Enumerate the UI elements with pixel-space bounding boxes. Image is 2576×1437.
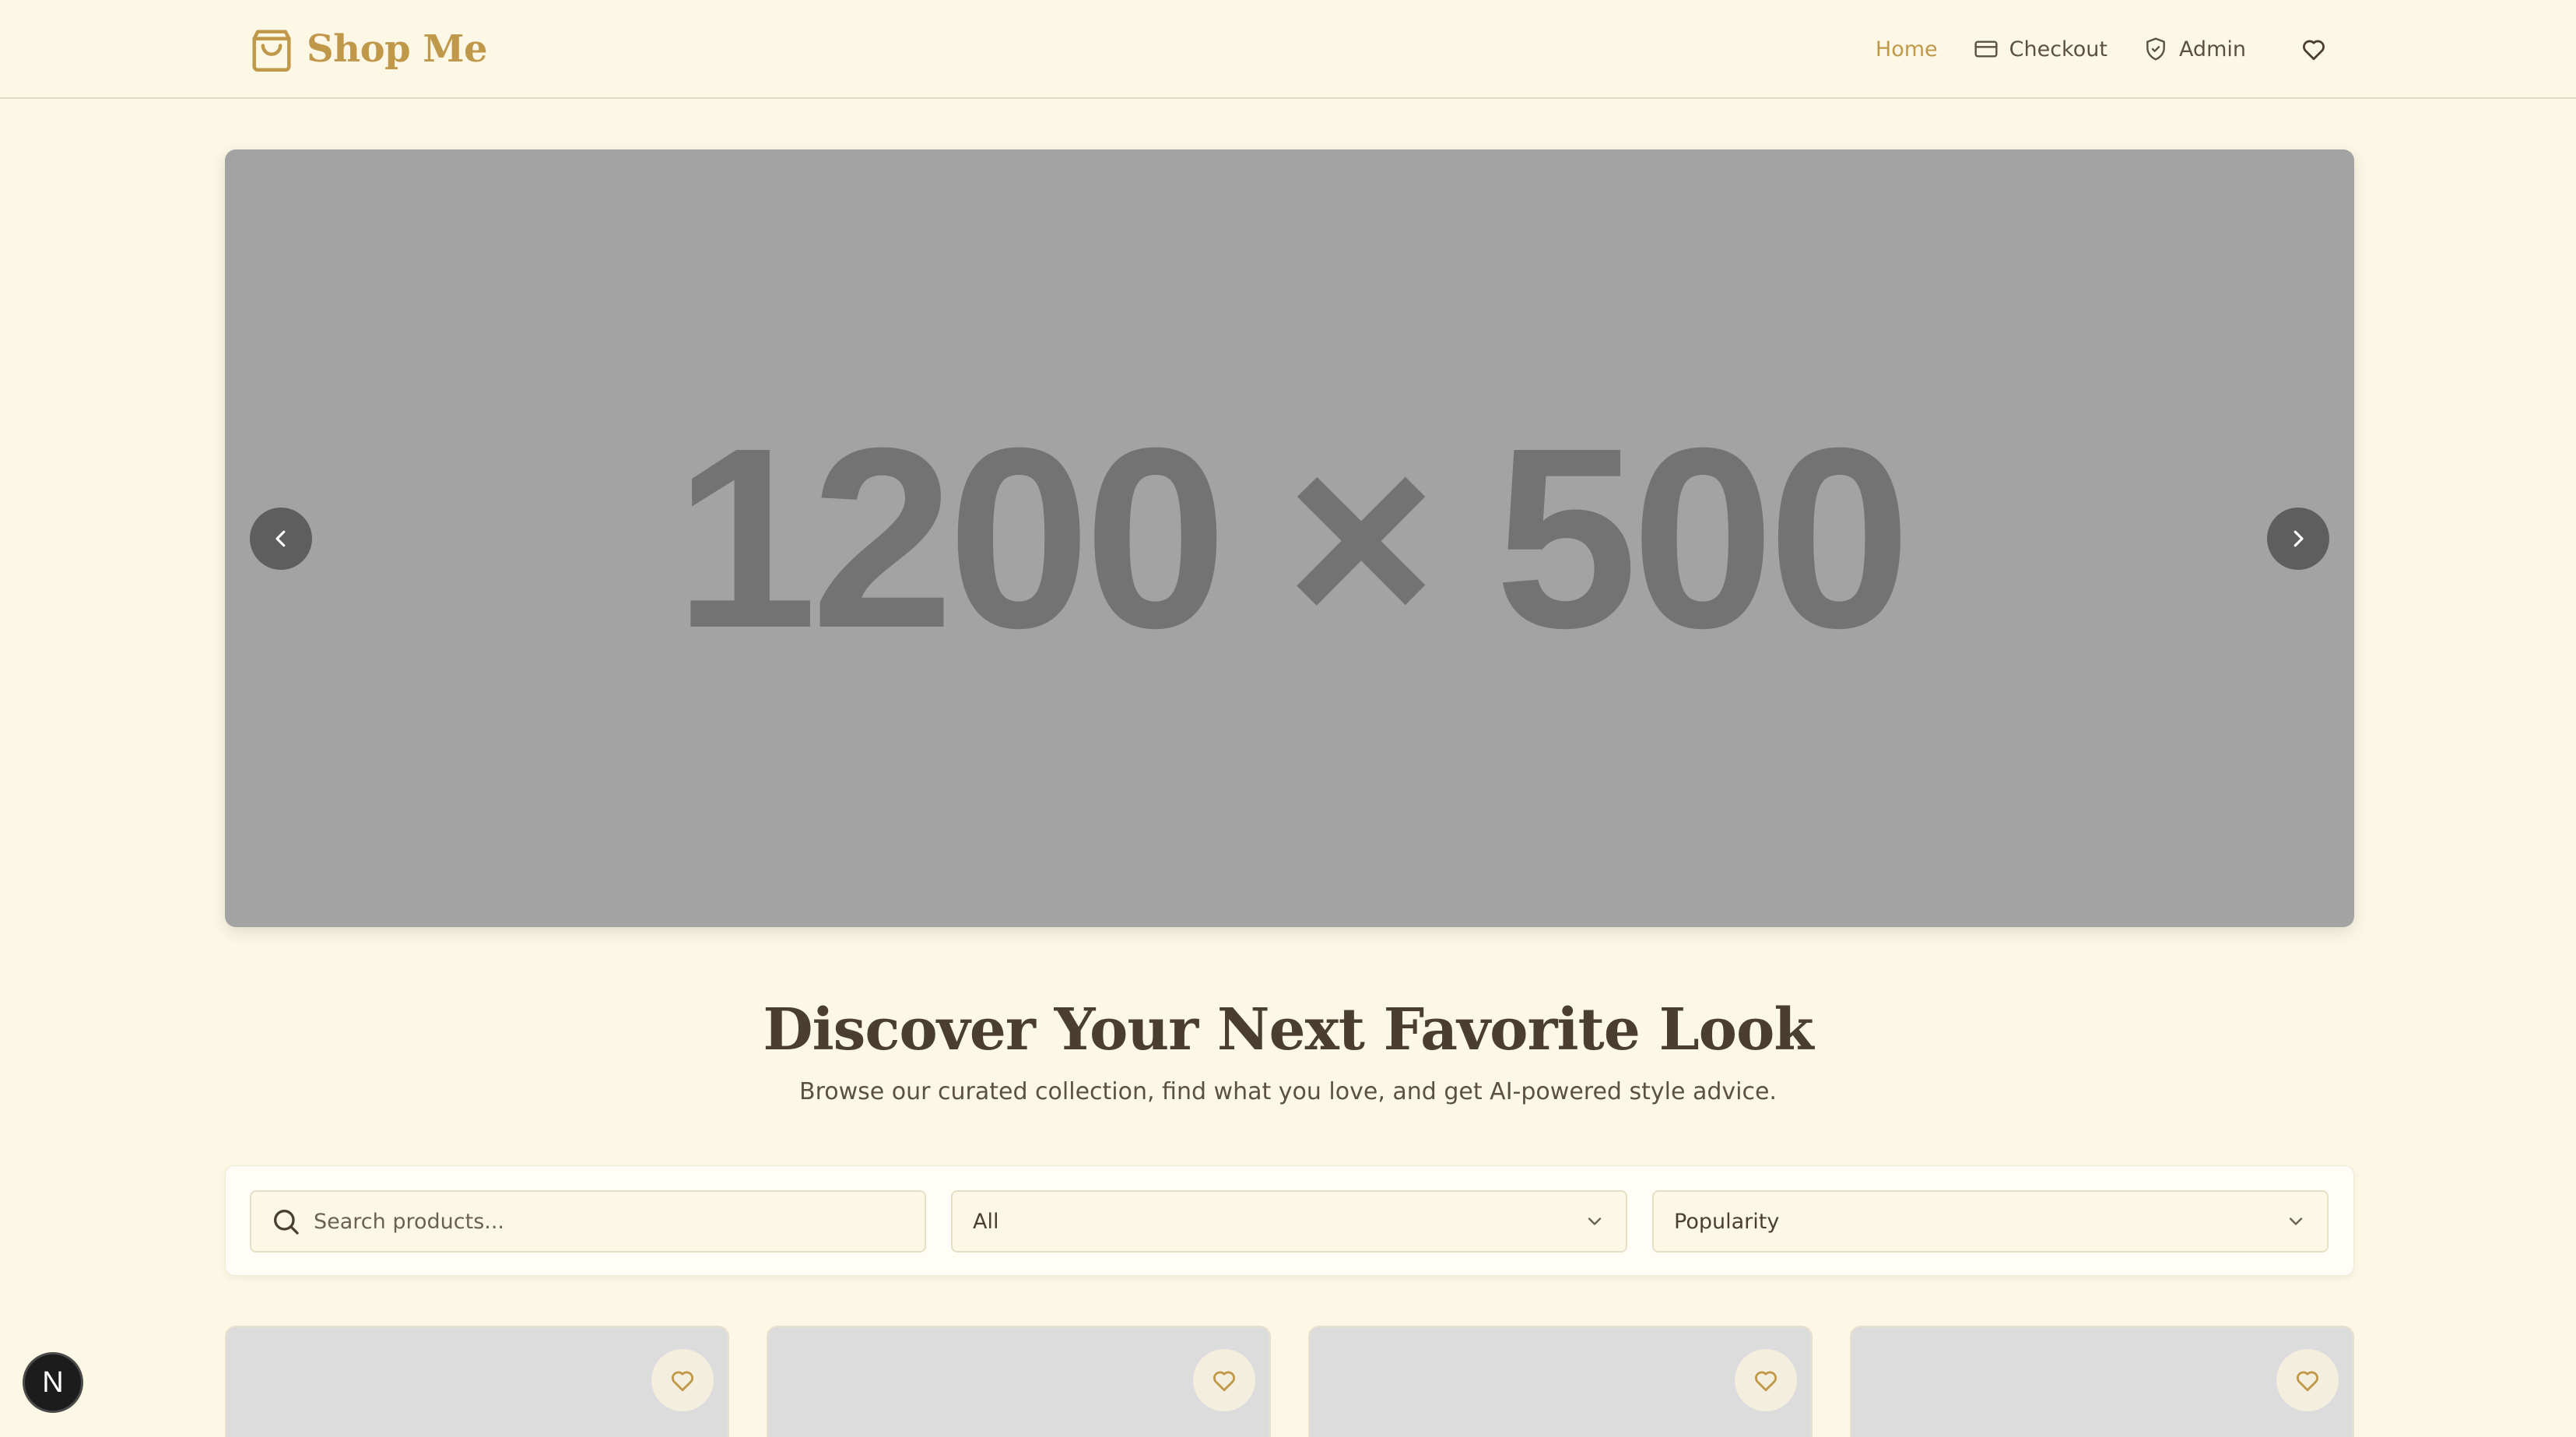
product-card[interactable] — [1308, 1326, 1813, 1437]
favorite-button[interactable] — [1735, 1349, 1797, 1411]
chevron-right-icon — [2293, 530, 2304, 547]
search-input[interactable] — [314, 1209, 905, 1234]
product-card[interactable] — [225, 1326, 729, 1437]
sort-select[interactable]: Popularity — [1652, 1190, 2329, 1253]
chevron-left-icon — [275, 530, 286, 547]
filter-bar: All Popularity — [225, 1165, 2354, 1276]
product-card[interactable] — [1850, 1326, 2354, 1437]
wishlist-button[interactable] — [2301, 36, 2327, 62]
sort-select-value: Popularity — [1674, 1209, 1780, 1234]
nav-admin[interactable]: Admin — [2143, 37, 2246, 61]
carousel-prev-button[interactable] — [250, 508, 312, 570]
top-header: Shop Me Home Checkout Admin — [0, 0, 2576, 99]
main-nav: Home Checkout Admin — [1840, 23, 2327, 75]
category-select-value: All — [973, 1209, 999, 1234]
carousel-next-button[interactable] — [2267, 508, 2329, 570]
heart-icon — [672, 1371, 693, 1392]
nav-checkout[interactable]: Checkout — [1974, 37, 2107, 61]
brand-logo[interactable]: Shop Me — [251, 23, 488, 75]
favorite-button[interactable] — [651, 1349, 714, 1411]
shield-icon — [2146, 37, 2165, 61]
heart-icon — [1755, 1371, 1777, 1392]
nav-home-label: Home — [1875, 37, 1938, 61]
shopping-bag-icon — [252, 30, 291, 72]
favorite-button[interactable] — [1193, 1349, 1255, 1411]
heart-icon — [2297, 1371, 2318, 1392]
credit-card-icon — [1974, 40, 1998, 58]
nav-admin-label: Admin — [2178, 37, 2246, 61]
carousel-slide-image: 1200 × 500 — [674, 393, 1911, 681]
favorite-button[interactable] — [2276, 1349, 2339, 1411]
nav-home[interactable]: Home — [1876, 37, 1938, 61]
hero-carousel: 1200 × 500 — [225, 149, 2354, 927]
chevron-down-icon — [2289, 1217, 2303, 1225]
search-icon — [274, 1210, 299, 1235]
nav-checkout-label: Checkout — [2009, 37, 2107, 61]
heart-icon — [1213, 1371, 1235, 1392]
dev-tools-badge[interactable]: N — [23, 1352, 83, 1413]
category-select[interactable]: All — [951, 1190, 1627, 1253]
page-subtitle: Browse our curated collection, find what… — [799, 1078, 1777, 1105]
brand-name: Shop Me — [307, 27, 488, 71]
page-title: Discover Your Next Favorite Look — [763, 996, 1813, 1063]
chevron-down-icon — [1588, 1217, 1602, 1225]
search-field — [250, 1190, 926, 1253]
product-card[interactable] — [767, 1326, 1271, 1437]
heart-icon — [2303, 40, 2325, 61]
